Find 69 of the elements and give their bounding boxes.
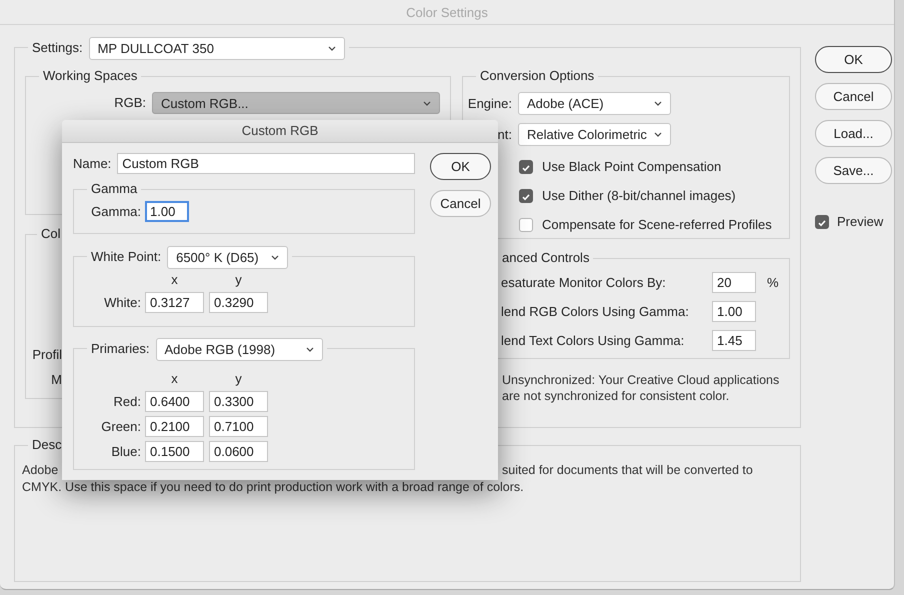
description-text: Adobe [22,462,60,479]
checkbox[interactable] [519,188,533,202]
input-field[interactable]: 20 [712,272,756,293]
row-label: White: [103,294,141,310]
settings-label: Settings: [32,40,83,56]
reference-point-label: White Point: [91,249,162,265]
input-field[interactable]: 0.6400 [145,391,204,412]
gamma-label: Gamma: [90,204,141,220]
input-field[interactable]: 0.1500 [145,441,204,462]
setting-label: lend Text Colors Using Gamma: [501,332,686,348]
dialog-button[interactable]: Load... [815,120,892,147]
engine-dropdown[interactable]: Adobe (ACE) [518,92,671,115]
column-header: x [170,272,179,288]
column-header: x [170,371,179,387]
checkbox-label: Use Black Point Compensation [542,158,722,174]
column-header: y [234,272,243,288]
dialog-button[interactable]: Cancel [430,190,491,217]
policy-label: M [51,372,62,388]
engine-label: Engine: [468,96,512,112]
setting-label: esaturate Monitor Colors By: [501,274,667,290]
description-text: CMYK. Use this space if you need to do print production work with a broad range of colors. [22,479,525,496]
group-title: Conversion Options [476,68,598,84]
checkbox-label: Compensate for Scene-referred Profiles [542,216,772,232]
gamma-field[interactable]: 1.00 [145,201,189,222]
checkbox-label: Use Dither (8-bit/channel images) [542,188,736,204]
chevron-icon [423,100,431,106]
chevron-icon [271,254,280,260]
dialog-title: Custom RGB [62,120,498,143]
checkbox[interactable] [519,218,533,232]
dialog-button[interactable]: Save... [815,157,892,184]
name-field[interactable]: Custom RGB [117,153,415,174]
setting-label: lend RGB Colors Using Gamma: [501,304,690,320]
policy-label: Profil [32,347,62,363]
intent-label: nt: [496,126,512,142]
input-field[interactable]: 0.2100 [145,416,204,437]
reference-point-dropdown[interactable]: 6500° K (D65) [167,246,288,268]
checkbox[interactable] [815,214,829,228]
chevron-icon [328,46,336,50]
input-field[interactable]: 0.3290 [209,292,268,313]
group-title: Working Spaces [39,68,142,84]
dialog-button[interactable]: Cancel [815,83,892,110]
chevron-icon [654,101,662,106]
name-label: Name: [73,156,112,172]
input-field[interactable]: 1.00 [712,301,756,322]
settings-dropdown[interactable]: MP DULLCOAT 350 [88,36,345,60]
primaries-dropdown[interactable]: Adobe RGB (1998) [156,338,323,360]
chevron-icon [306,346,314,352]
dialog-button[interactable]: OK [430,153,491,180]
row-label: Blue: [110,444,141,460]
dialog-button[interactable]: OK [815,46,892,73]
input-field[interactable]: 0.0600 [209,441,268,462]
unit-label: % [767,274,779,290]
primaries-label: Primaries: [91,341,150,357]
chevron-icon [654,132,662,137]
input-field[interactable]: 1.45 [712,330,756,351]
window-title: Color Settings [0,0,894,25]
input-field[interactable]: 0.3300 [209,391,268,412]
description-text: suited for documents that will be converted to [502,462,754,479]
sync-message: Unsynchronized: Your Creative Cloud applications are not synchronized for consistent color. [502,372,780,404]
row-label: Red: [112,394,141,410]
input-field[interactable]: 0.3127 [145,292,204,313]
rgb-dropdown[interactable]: Custom RGB... [152,92,440,114]
input-field[interactable]: 0.7100 [209,416,268,437]
column-header: y [234,371,243,387]
intent-dropdown[interactable]: Relative Colorimetric [518,123,671,146]
checkbox[interactable] [519,160,533,174]
rgb-label: RGB: [114,95,146,111]
checkbox-label: Preview [837,214,884,230]
row-label: Green: [100,418,141,434]
